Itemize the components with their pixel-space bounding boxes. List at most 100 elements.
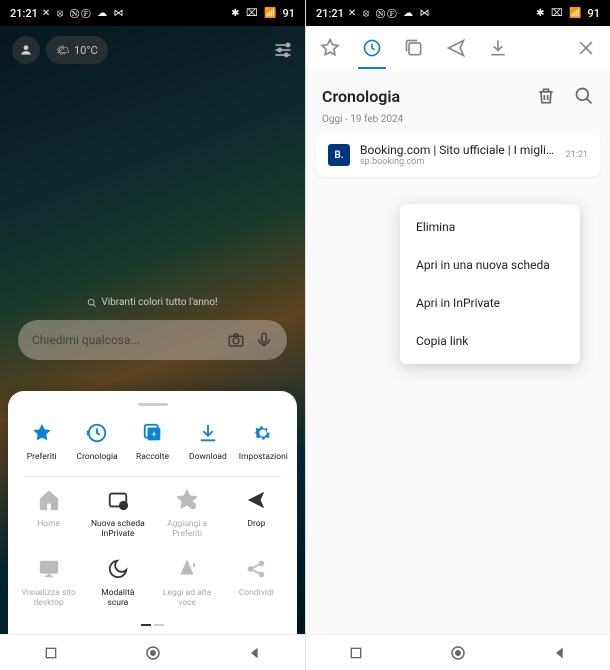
downloads-button[interactable]: Download [180, 420, 235, 462]
camera-icon[interactable] [227, 331, 245, 349]
menu-copy-link[interactable]: Copia link [400, 322, 580, 360]
sliders-icon [273, 40, 293, 60]
status-bar: 21:21 ✕ ⦻ ⓃⒻ ☁ ⋈ ✱ ⌧ 📶 91 [306, 0, 610, 26]
svg-text:+: + [191, 505, 194, 511]
add-favorite-button[interactable]: + Aggiungi a Preferiti [159, 487, 215, 539]
favicon: B. [328, 144, 350, 166]
profile-chip[interactable] [12, 36, 40, 64]
tab-history[interactable] [362, 38, 382, 58]
nav-bar [306, 634, 610, 670]
context-menu: Elimina Apri in una nuova scheda Apri in… [400, 204, 580, 364]
sheet-handle[interactable] [138, 403, 168, 406]
menu-delete[interactable]: Elimina [400, 208, 580, 246]
close-icon [576, 38, 596, 58]
read-aloud-button[interactable]: Leggi ad alta voce [159, 556, 215, 608]
status-battery: 91 [587, 7, 600, 20]
search-placeholder: Chiedimi qualcosa... [32, 333, 217, 347]
trash-icon [536, 86, 556, 106]
section-header: Cronologia [306, 70, 610, 114]
weather-icon: 🌤 [56, 44, 70, 57]
desktop-icon [38, 558, 60, 580]
sheet-row-2: Home + Nuova scheda InPrivate + Aggiungi… [14, 481, 291, 549]
status-bar: 21:21 ✕ ⦻ ⓃⒻ ☁ ⋈ ✱ ⌧ 📶 91 [0, 0, 305, 26]
search-bar[interactable]: Chiedimi qualcosa... [18, 320, 287, 360]
tab-drop[interactable] [446, 38, 466, 58]
star-icon [31, 422, 53, 444]
inprivate-icon: + [107, 489, 129, 511]
read-aloud-icon [176, 558, 198, 580]
tab-favorites[interactable] [320, 38, 340, 58]
nav-home[interactable] [144, 644, 162, 662]
status-indicators-right: ✱ ⌧ 📶 [231, 8, 278, 19]
person-icon [19, 43, 33, 57]
tab-strip [306, 26, 610, 70]
send-icon [245, 489, 267, 511]
status-time: 21:21 [10, 7, 38, 20]
mic-icon[interactable] [255, 331, 273, 349]
phone-right: 21:21 ✕ ⦻ ⓃⒻ ☁ ⋈ ✱ ⌧ 📶 91 Cronologia [305, 0, 610, 670]
collections-button[interactable]: + Raccolte [125, 420, 180, 462]
search-history-button[interactable] [574, 86, 594, 106]
history-button[interactable]: Cronologia [69, 420, 124, 462]
nav-back[interactable] [552, 645, 568, 661]
phone-left: 21:21 ✕ ⦻ ⓃⒻ ☁ ⋈ ✱ ⌧ 📶 91 🌤 10°C Vibrant… [0, 0, 305, 670]
tab-downloads[interactable] [488, 38, 508, 58]
favorites-button[interactable]: Preferiti [14, 420, 69, 462]
bottom-sheet: Preferiti Cronologia + Raccolte Download… [8, 391, 297, 634]
status-indicators-right: ✱ ⌧ 📶 [536, 8, 583, 19]
gear-icon [252, 422, 274, 444]
status-battery: 91 [282, 7, 295, 20]
date-label: Oggi - 19 feb 2024 [306, 114, 610, 133]
delete-all-button[interactable] [536, 86, 556, 106]
menu-open-new-tab[interactable]: Apri in una nuova scheda [400, 246, 580, 284]
weather-temp: 10°C [74, 44, 98, 57]
collections-icon [404, 38, 424, 58]
top-chips: 🌤 10°C [0, 36, 305, 64]
svg-text:+: + [122, 505, 125, 511]
history-icon [362, 38, 382, 58]
menu-open-inprivate[interactable]: Apri in InPrivate [400, 284, 580, 322]
history-screen: Cronologia Oggi - 19 feb 2024 B. Booking… [306, 26, 610, 634]
nav-back[interactable] [247, 645, 263, 661]
search-icon [87, 298, 97, 308]
history-item-time: 21:21 [566, 150, 588, 160]
nav-recent[interactable] [348, 645, 364, 661]
nav-recent[interactable] [43, 645, 59, 661]
share-icon [245, 558, 267, 580]
new-inprivate-button[interactable]: + Nuova scheda InPrivate [90, 487, 146, 539]
download-icon [488, 38, 508, 58]
tab-collections[interactable] [404, 38, 424, 58]
moon-icon [107, 558, 129, 580]
weather-chip[interactable]: 🌤 10°C [46, 36, 108, 64]
svg-text:+: + [151, 431, 156, 441]
page-indicator [14, 624, 291, 626]
filter-button[interactable] [273, 40, 293, 60]
search-icon [574, 86, 594, 106]
history-item-title: Booking.com | Sito ufficiale | I miglior… [360, 143, 556, 157]
sheet-row-3: Visualizza sito desktop Modalità scura L… [14, 550, 291, 618]
close-button[interactable] [576, 38, 596, 58]
history-item[interactable]: B. Booking.com | Sito ufficiale | I migl… [316, 133, 600, 177]
status-indicators-left: ✕ ⦻ ⓃⒻ ☁ ⋈ [348, 8, 432, 19]
sheet-row-1: Preferiti Cronologia + Raccolte Download… [14, 414, 291, 472]
star-icon [320, 38, 340, 58]
desktop-site-button[interactable]: Visualizza sito desktop [21, 556, 77, 608]
status-indicators-left: ✕ ⦻ ⓃⒻ ☁ ⋈ [42, 8, 126, 19]
collections-icon: + [142, 422, 164, 444]
send-icon [446, 38, 466, 58]
wallpaper-caption: Vibranti colori tutto l'anno! [0, 297, 305, 308]
home-icon [38, 489, 60, 511]
history-icon [86, 422, 108, 444]
page-title: Cronologia [322, 87, 400, 106]
settings-button[interactable]: Impostazioni [236, 420, 291, 462]
share-button[interactable]: Condividi [228, 556, 284, 608]
download-icon [197, 422, 219, 444]
star-plus-icon: + [176, 489, 198, 511]
home-button[interactable]: Home [21, 487, 77, 539]
dark-mode-button[interactable]: Modalità scura [90, 556, 146, 608]
nav-home[interactable] [449, 644, 467, 662]
status-time: 21:21 [316, 7, 344, 20]
drop-button[interactable]: Drop [228, 487, 284, 539]
nav-bar [0, 634, 305, 670]
history-item-url: sp.booking.com [360, 157, 556, 167]
